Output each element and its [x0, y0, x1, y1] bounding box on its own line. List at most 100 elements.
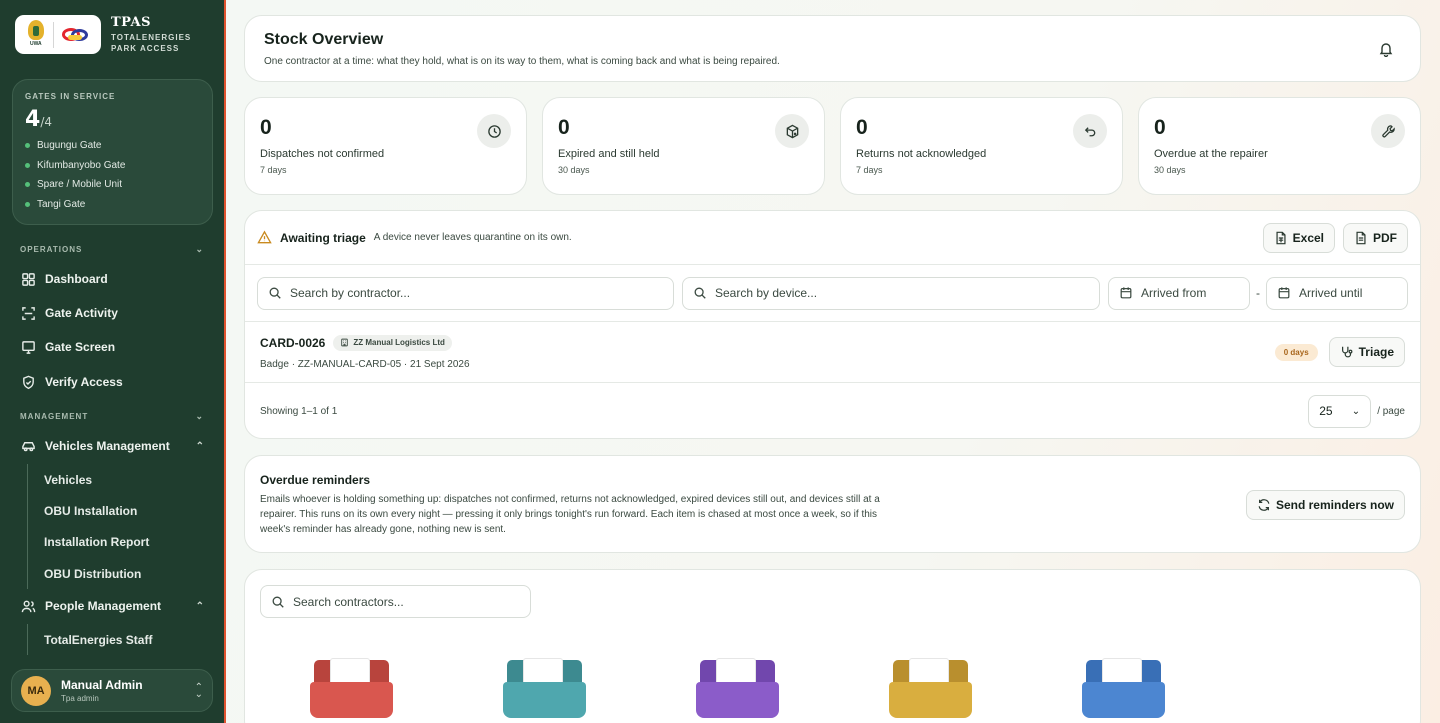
- package-x-icon: [775, 114, 809, 148]
- gate-item: Spare / Mobile Unit: [25, 175, 200, 195]
- contractor-folder[interactable]: [503, 658, 586, 718]
- section-management[interactable]: MANAGEMENT ⌄: [20, 411, 204, 422]
- status-dot-icon: [25, 182, 30, 188]
- gate-item: Tangi Gate: [25, 195, 200, 215]
- avatar: MA: [21, 675, 51, 706]
- stat-card-overdue-repairer[interactable]: 0 Overdue at the repairer 30 days: [1138, 97, 1421, 195]
- send-reminders-button[interactable]: Send reminders now: [1245, 490, 1405, 520]
- page-size-select[interactable]: 25 ⌄: [1308, 394, 1372, 428]
- search-device-input[interactable]: Search by device...: [682, 276, 1100, 310]
- nav-gate-screen[interactable]: Gate Screen: [20, 335, 204, 359]
- monitor-icon: [20, 339, 36, 355]
- building-icon: [341, 338, 349, 347]
- gate-item: Bugungu Gate: [25, 136, 200, 156]
- contractor-badge: ZZ Manual Logistics Ltd: [333, 334, 452, 351]
- vehicles-subnav: Vehicles OBU Installation Installation R…: [27, 464, 149, 590]
- pagination: Showing 1–1 of 1 25 ⌄ / page: [245, 383, 1420, 438]
- reminders-title: Overdue reminders: [260, 473, 371, 487]
- export-pdf-button[interactable]: PDF: [1343, 222, 1408, 253]
- search-contractors-input[interactable]: Search contractors...: [260, 585, 531, 618]
- file-spreadsheet-icon: [1276, 231, 1286, 244]
- user-name: Manual Admin: [61, 678, 143, 692]
- arrived-from-date[interactable]: Arrived from: [1108, 276, 1250, 310]
- search-icon: [269, 287, 281, 299]
- reminders-description: Emails whoever is holding something up: …: [260, 494, 880, 535]
- page-header: Stock Overview One contractor at a time:…: [244, 15, 1421, 82]
- gates-count: 4/4: [25, 107, 52, 132]
- section-operations[interactable]: OPERATIONS ⌄: [20, 244, 204, 255]
- triage-button[interactable]: Triage: [1328, 337, 1405, 367]
- brand-subtitle-2: PARK ACCESS: [111, 44, 180, 53]
- car-icon: [20, 438, 36, 454]
- table-row[interactable]: CARD-0026 ZZ Manual Logistics Ltd Badge …: [245, 322, 1420, 383]
- nav-obu-distribution[interactable]: OBU Distribution: [28, 558, 149, 589]
- nav-gate-activity[interactable]: Gate Activity: [20, 301, 204, 325]
- status-dot-icon: [25, 143, 30, 149]
- stat-value: 0: [856, 116, 868, 139]
- refresh-icon: [1258, 499, 1270, 511]
- nav-installation-report[interactable]: Installation Report: [28, 527, 149, 558]
- chevron-down-icon: ⌄: [1351, 405, 1361, 417]
- brand-logos: UWA: [15, 15, 101, 54]
- chevron-up-icon: ⌃: [195, 440, 204, 452]
- calendar-icon: [1278, 287, 1290, 299]
- contractor-folder[interactable]: [889, 658, 972, 718]
- totalenergies-logo: [60, 25, 92, 45]
- stat-card-dispatches[interactable]: 0 Dispatches not confirmed 7 days: [244, 97, 527, 195]
- stat-period: 7 days: [856, 165, 883, 175]
- users-icon: [20, 598, 36, 614]
- days-badge: 0 days: [1274, 343, 1318, 361]
- showing-count: Showing 1–1 of 1: [260, 405, 338, 417]
- people-subnav: TotalEnergies Staff: [27, 624, 152, 656]
- arrived-until-date[interactable]: Arrived until: [1266, 276, 1408, 310]
- per-page-label: / page: [1377, 405, 1405, 417]
- scan-icon: [20, 305, 36, 321]
- nav-vehicles[interactable]: Vehicles: [28, 464, 149, 495]
- stat-value: 0: [1154, 116, 1166, 139]
- grid-icon: [20, 271, 36, 287]
- stat-period: 30 days: [1154, 165, 1186, 175]
- nav-vehicles-management[interactable]: Vehicles Management ⌃: [20, 434, 204, 458]
- gate-item: Kifumbanyobo Gate: [25, 156, 200, 176]
- chevron-up-icon: ⌃: [195, 600, 204, 612]
- stat-label: Overdue at the repairer: [1154, 148, 1268, 160]
- sidebar: UWA TPAS TOTALENERGIES PARK ACCESS GATES…: [0, 0, 226, 723]
- uwa-logo: UWA: [24, 19, 48, 50]
- export-excel-button[interactable]: Excel: [1262, 222, 1335, 253]
- device-id: CARD-0026: [260, 335, 326, 350]
- contractor-folder[interactable]: [310, 658, 393, 718]
- nav-totalenergies-staff[interactable]: TotalEnergies Staff: [28, 624, 152, 655]
- stat-label: Dispatches not confirmed: [260, 148, 385, 160]
- stat-value: 0: [260, 116, 272, 139]
- shield-check-icon: [20, 374, 36, 390]
- contractor-folders: [310, 658, 1275, 718]
- brand[interactable]: UWA TPAS TOTALENERGIES PARK ACCESS: [15, 15, 191, 54]
- chevrons-up-down-icon: ⌃ ⌄: [194, 681, 203, 700]
- user-role: Tpa admin: [61, 694, 99, 703]
- triage-filters: Search by contractor... Search by device…: [245, 265, 1420, 322]
- brand-subtitle-1: TOTALENERGIES: [111, 33, 192, 42]
- page-subtitle: One contractor at a time: what they hold…: [264, 56, 780, 67]
- stat-period: 30 days: [558, 165, 590, 175]
- nav-obu-installation[interactable]: OBU Installation: [28, 495, 149, 526]
- calendar-icon: [1120, 287, 1132, 299]
- gates-label: GATES IN SERVICE: [25, 92, 116, 101]
- contractors-panel: Search contractors...: [244, 569, 1421, 723]
- stat-value: 0: [558, 116, 570, 139]
- stat-card-returns[interactable]: 0 Returns not acknowledged 7 days: [840, 97, 1123, 195]
- wrench-icon: [1371, 114, 1405, 148]
- search-contractor-input[interactable]: Search by contractor...: [257, 276, 674, 310]
- search-icon: [272, 596, 284, 608]
- user-menu[interactable]: MA Manual Admin Tpa admin ⌃ ⌄: [11, 669, 213, 712]
- awaiting-triage-panel: Awaiting triage A device never leaves qu…: [244, 210, 1421, 439]
- stat-card-expired[interactable]: 0 Expired and still held 30 days: [542, 97, 825, 195]
- nav-people-management[interactable]: People Management ⌃: [20, 594, 204, 618]
- overdue-reminders-panel: Overdue reminders Emails whoever is hold…: [244, 455, 1421, 553]
- contractor-folder[interactable]: [1082, 658, 1165, 718]
- date-range-separator: -: [1256, 286, 1260, 300]
- nav-dashboard[interactable]: Dashboard: [20, 267, 204, 291]
- nav-verify-access[interactable]: Verify Access: [20, 370, 204, 394]
- contractor-folder[interactable]: [696, 658, 779, 718]
- bell-icon[interactable]: [1378, 41, 1394, 57]
- page-title: Stock Overview: [264, 31, 384, 48]
